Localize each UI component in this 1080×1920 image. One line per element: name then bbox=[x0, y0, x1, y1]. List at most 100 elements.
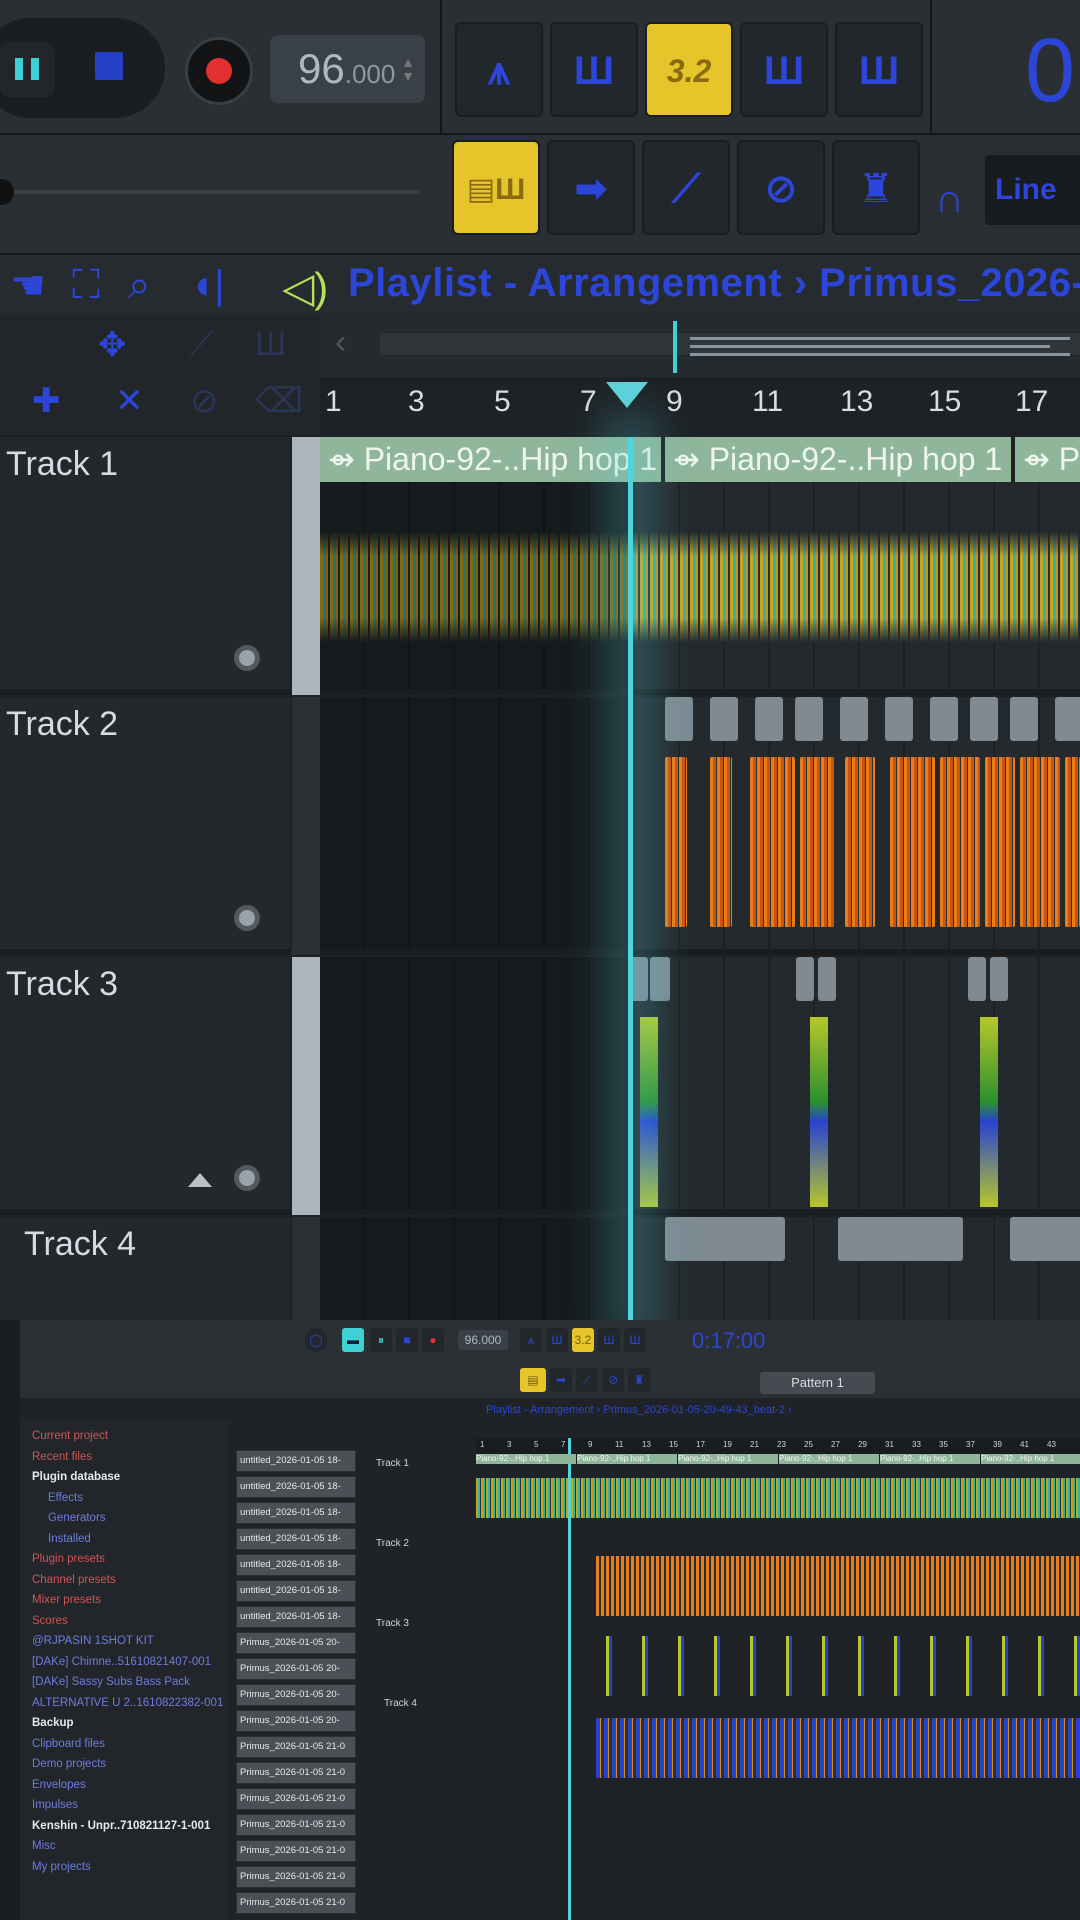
browser-item[interactable]: [DAKe] Sassy Subs Bass Pack bbox=[32, 1676, 190, 1688]
record-button[interactable] bbox=[185, 37, 253, 105]
delete-icon[interactable]: ⌫ bbox=[255, 381, 303, 421]
clip-handle[interactable] bbox=[755, 697, 783, 741]
clip-group[interactable] bbox=[1010, 1217, 1080, 1261]
mini-stamp-button[interactable]: ♜ bbox=[628, 1368, 650, 1392]
mini-audio-clip[interactable]: Piano-92-..Hip hop 1 bbox=[779, 1454, 879, 1464]
file-item[interactable]: untitled_2026-01-05 18- bbox=[236, 1554, 356, 1576]
track-mute-button[interactable] bbox=[234, 905, 260, 931]
browser-item[interactable]: Generators bbox=[48, 1512, 106, 1524]
mini-stop-button[interactable]: ■ bbox=[396, 1328, 418, 1352]
browser-item[interactable]: Misc bbox=[32, 1840, 56, 1852]
pause-button[interactable] bbox=[0, 42, 55, 97]
track-lane-3[interactable] bbox=[320, 957, 1080, 1215]
master-pitch-slider[interactable] bbox=[0, 190, 420, 194]
clip-handle[interactable] bbox=[968, 957, 986, 1001]
mini-playlist-button[interactable]: ▤ bbox=[520, 1368, 546, 1392]
mute-icon[interactable]: ⊘ bbox=[190, 381, 219, 421]
mini-audio-clip[interactable]: Piano-92-..Hip hop 1 bbox=[981, 1454, 1080, 1464]
audio-clip[interactable]: ⇴ Pi bbox=[1015, 437, 1080, 482]
file-item[interactable]: Primus_2026-01-05 21-0 bbox=[236, 1762, 356, 1784]
track-header-4[interactable]: Track 4 bbox=[0, 1217, 290, 1320]
track-header-2[interactable]: Track 2 bbox=[0, 697, 290, 955]
file-item[interactable]: untitled_2026-01-05 18- bbox=[236, 1450, 356, 1472]
mini-audio-clip[interactable]: Piano-92-..Hip hop 1 bbox=[880, 1454, 980, 1464]
mini-audio-clip[interactable]: Piano-92-..Hip hop 1 bbox=[577, 1454, 677, 1464]
browser-item[interactable]: My projects bbox=[32, 1861, 91, 1873]
track-lane-1[interactable]: ⇴ Piano-92-..Hip hop 1 ⇴ Piano-92-..Hip … bbox=[320, 437, 1080, 695]
blend-notes-button[interactable]: Ш bbox=[740, 22, 828, 117]
snap-selector[interactable]: Line bbox=[985, 155, 1080, 225]
file-item[interactable]: Primus_2026-01-05 20- bbox=[236, 1658, 356, 1680]
mini-record-button[interactable]: ● bbox=[422, 1328, 444, 1352]
clip-handle[interactable] bbox=[840, 697, 868, 741]
browser-item[interactable]: Plugin presets bbox=[32, 1553, 105, 1565]
hand-icon[interactable]: ☚ bbox=[10, 263, 46, 309]
browser-item[interactable]: Demo projects bbox=[32, 1758, 106, 1770]
tempo-spinner-icon[interactable]: ▲ ▼ bbox=[401, 55, 415, 83]
audio-clip[interactable]: ⇴ Piano-92-..Hip hop 1 bbox=[320, 437, 665, 482]
file-item[interactable]: Primus_2026-01-05 20- bbox=[236, 1710, 356, 1732]
mini-metronome-button[interactable]: ⩚ bbox=[520, 1328, 542, 1352]
file-item[interactable]: Primus_2026-01-05 21-0 bbox=[236, 1788, 356, 1810]
clip-handle[interactable] bbox=[970, 697, 998, 741]
clip-handle[interactable] bbox=[795, 697, 823, 741]
file-item[interactable]: untitled_2026-01-05 18- bbox=[236, 1606, 356, 1628]
move-icon[interactable]: ✥ bbox=[98, 325, 127, 365]
zoom-icon[interactable]: ⌕ bbox=[128, 263, 150, 308]
overview-playhead[interactable] bbox=[673, 321, 677, 373]
browser-item[interactable]: Envelopes bbox=[32, 1779, 86, 1791]
track-mute-button[interactable] bbox=[234, 1165, 260, 1191]
clip-handle[interactable] bbox=[796, 957, 814, 1001]
slice-icon[interactable]: ⟋ bbox=[190, 325, 214, 364]
loop-record-button[interactable]: Ш bbox=[835, 22, 923, 117]
clip-handle[interactable] bbox=[990, 957, 1008, 1001]
browser-item[interactable]: Impulses bbox=[32, 1799, 78, 1811]
clip-handle[interactable] bbox=[1055, 697, 1080, 741]
stamp-button[interactable]: ♜ bbox=[832, 140, 920, 235]
magnet-icon[interactable]: ∩ bbox=[935, 177, 964, 222]
playhead-marker-icon[interactable] bbox=[606, 382, 648, 408]
file-item[interactable]: Primus_2026-01-05 21-0 bbox=[236, 1840, 356, 1862]
browser-item[interactable]: Installed bbox=[48, 1533, 91, 1545]
file-item[interactable]: Primus_2026-01-05 20- bbox=[236, 1684, 356, 1706]
mini-wait-button[interactable]: Ш bbox=[546, 1328, 568, 1352]
playlist-view-button[interactable]: ▤Ш bbox=[452, 140, 540, 235]
clip-handle[interactable] bbox=[650, 957, 670, 1001]
mini-pencil-button[interactable]: ⟋ bbox=[576, 1368, 598, 1392]
link-button[interactable]: ⊘ bbox=[737, 140, 825, 235]
mini-pause-button[interactable]: ⏸ bbox=[370, 1328, 392, 1352]
audio-clip[interactable]: ⇴ Piano-92-..Hip hop 1 bbox=[665, 437, 1015, 482]
stop-button[interactable] bbox=[95, 52, 123, 80]
playback-icon[interactable]: ◖| bbox=[190, 263, 225, 308]
close-icon[interactable]: ✕ bbox=[115, 381, 144, 421]
mini-audio-clip[interactable]: Piano-92-..Hip hop 1 bbox=[678, 1454, 778, 1464]
countdown-button[interactable]: 3.2 bbox=[645, 22, 733, 117]
browser-item[interactable]: Channel presets bbox=[32, 1574, 116, 1586]
select-icon[interactable]: ⛶ bbox=[72, 263, 100, 308]
clip-handle[interactable] bbox=[818, 957, 836, 1001]
tempo-display[interactable]: 96.000 ▲ ▼ bbox=[270, 35, 425, 103]
browser-item[interactable]: Clipboard files bbox=[32, 1738, 105, 1750]
browser-item[interactable]: Kenshin - Unpr..71082112​7-1-001 bbox=[32, 1820, 210, 1832]
clip-handle[interactable] bbox=[1010, 697, 1038, 741]
slider-knob[interactable] bbox=[0, 179, 14, 205]
mini-pattern-selector[interactable]: Pattern 1 bbox=[760, 1372, 875, 1394]
chevron-left-icon[interactable]: ‹ bbox=[335, 323, 346, 362]
clip-handle[interactable] bbox=[710, 697, 738, 741]
mini-tempo[interactable]: 96.000 bbox=[458, 1330, 508, 1350]
mini-master-knob[interactable]: ◯ bbox=[305, 1328, 327, 1352]
mini-ruler[interactable]: 1 3 5 7 9 11 13 15 17 19 21 23 25 27 29 31 33 35 37 39 41 43 bbox=[476, 1438, 1080, 1454]
add-icon[interactable]: ✚ bbox=[32, 381, 61, 421]
file-item[interactable]: Primus_2026-01-05 21-0 bbox=[236, 1814, 356, 1836]
file-item[interactable]: Primus_2026-01-05 21-0 bbox=[236, 1866, 356, 1888]
next-button[interactable]: ➡ bbox=[547, 140, 635, 235]
grid-icon[interactable]: Ш bbox=[255, 325, 286, 364]
mini-blend-button[interactable]: Ш bbox=[598, 1328, 620, 1352]
clip-group[interactable] bbox=[838, 1217, 963, 1261]
mini-loop-button[interactable]: Ш bbox=[624, 1328, 646, 1352]
mini-audio-clip[interactable]: Piano-92-..Hip hop 1 bbox=[476, 1454, 576, 1464]
track-mute-button[interactable] bbox=[234, 645, 260, 671]
draw-tool-button[interactable]: ⟋ bbox=[642, 140, 730, 235]
browser-item[interactable]: Mixer presets bbox=[32, 1594, 101, 1606]
browser-item[interactable]: Current project bbox=[32, 1430, 108, 1442]
